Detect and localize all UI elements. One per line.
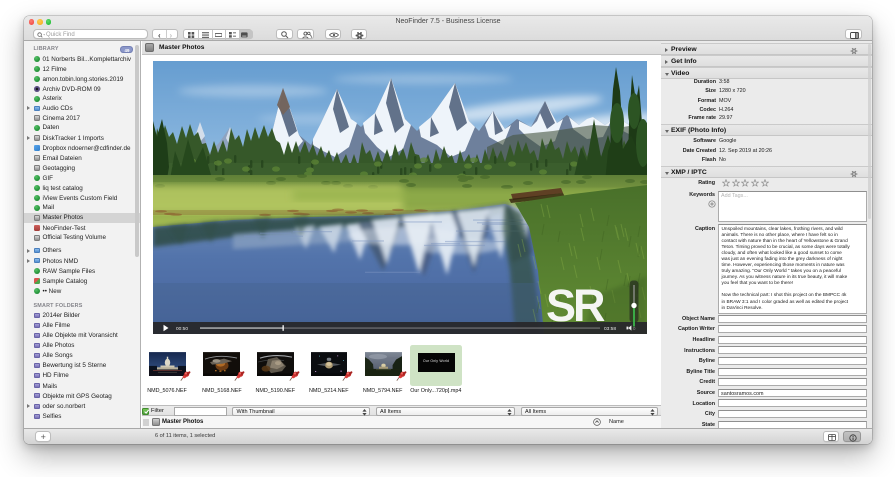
svg-text:00:50: 00:50 [176, 326, 188, 332]
svg-text:03:58: 03:58 [604, 326, 616, 332]
